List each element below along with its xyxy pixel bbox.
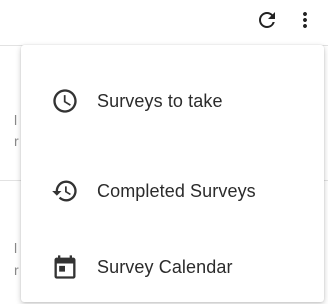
menu-item-label: Surveys to take xyxy=(97,90,223,111)
calendar-icon xyxy=(51,253,79,281)
menu-item-survey-calendar[interactable]: Survey Calendar xyxy=(21,229,324,304)
toolbar xyxy=(254,7,318,33)
menu-item-label: Survey Calendar xyxy=(97,256,233,277)
refresh-icon xyxy=(259,11,275,28)
page: l r l r Surveys to take Completed Survey… xyxy=(0,0,328,304)
menu-item-label: Completed Surveys xyxy=(97,180,256,201)
background-text-fragment: l xyxy=(14,112,18,128)
options-menu: Surveys to take Completed Surveys Survey… xyxy=(21,45,324,302)
more-vertical-icon xyxy=(303,12,307,28)
background-text-fragment: l xyxy=(14,240,18,256)
menu-item-completed-surveys[interactable]: Completed Surveys xyxy=(21,153,324,229)
background-text-fragment: r xyxy=(14,262,19,278)
refresh-button[interactable] xyxy=(254,7,280,33)
history-icon xyxy=(51,177,79,205)
more-options-button[interactable] xyxy=(292,7,318,33)
clock-icon xyxy=(51,87,79,115)
background-text-fragment: r xyxy=(14,133,19,149)
menu-item-surveys-to-take[interactable]: Surveys to take xyxy=(21,49,324,153)
